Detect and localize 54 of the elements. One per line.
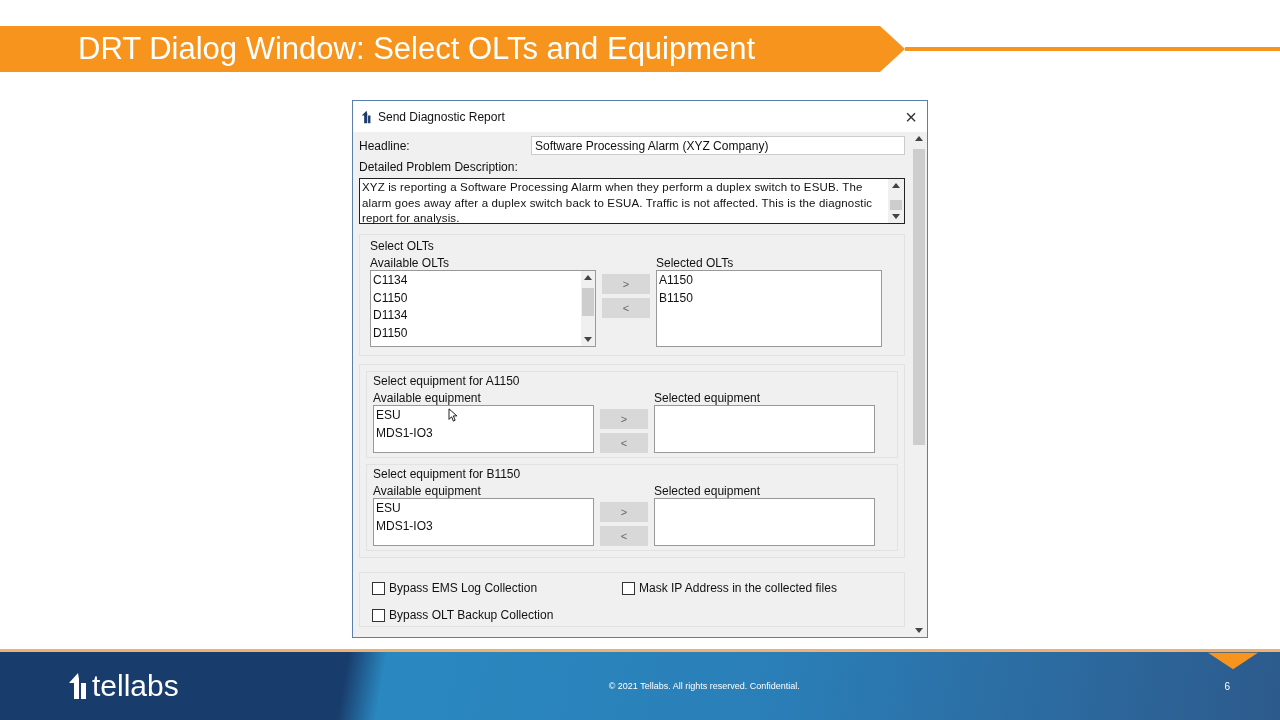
list-label: Available OLTs [370, 256, 450, 270]
list-item[interactable]: ESU [376, 500, 591, 518]
list-item[interactable]: A1150 [659, 272, 879, 290]
cursor-icon [448, 408, 457, 422]
scroll-up-icon[interactable] [584, 275, 592, 280]
checkbox[interactable] [372, 581, 385, 595]
scrollbar-thumb[interactable] [890, 200, 902, 210]
list-item[interactable]: D1134 [373, 307, 579, 325]
slide-title: DRT Dialog Window: Select OLTs and Equipment [78, 31, 756, 67]
list-item[interactable]: B1150 [659, 289, 879, 307]
available-list[interactable]: ESU MDS1-IO3 [373, 405, 594, 453]
scroll-up-icon[interactable] [915, 136, 923, 141]
group-title: Select equipment for A1150 [373, 374, 521, 388]
window-title: Send Diagnostic Report [378, 109, 506, 124]
available-list[interactable]: ESU MDS1-IO3 [373, 498, 594, 546]
scrollbar-thumb[interactable] [582, 288, 594, 316]
list-item[interactable]: ESU [376, 407, 591, 425]
description-field[interactable]: XYZ is reporting a Software Processing Alarm when they perform a duplex switch to ESUB. The alarm goes away after a duplex switch back to ESUA. Traffic is not affected. This is the diagnostic report for analysis. [359, 178, 905, 224]
option-checkbox[interactable]: Bypass OLT Backup Collection [372, 608, 622, 622]
scroll-down-icon[interactable] [892, 214, 900, 219]
scrollbar-thumb[interactable] [913, 149, 925, 445]
group-title: Select equipment for B1150 [373, 467, 522, 481]
chevron-icon [1208, 652, 1258, 670]
logo-icon [361, 109, 372, 124]
selected-list[interactable] [654, 498, 875, 546]
option-checkbox[interactable]: Mask IP Address in the collected files [622, 581, 892, 595]
list-item[interactable]: MDS1-IO3 [376, 517, 591, 535]
logo-text: tellabs [92, 669, 179, 703]
close-button[interactable]: × [903, 108, 919, 125]
copyright-text: © 2021 Tellabs. All rights reserved. Confidential. [608, 681, 800, 691]
checkbox[interactable] [622, 581, 635, 595]
selected-list[interactable] [654, 405, 875, 453]
list-label: Selected equipment [654, 391, 762, 405]
logo-icon [68, 673, 88, 699]
option-checkbox[interactable]: Bypass EMS Log Collection [372, 581, 622, 595]
scroll-down-icon[interactable] [584, 337, 592, 342]
list-label: Selected OLTs [656, 256, 735, 270]
list-item[interactable]: D1150 [373, 324, 579, 342]
list-item[interactable]: C1150 [373, 289, 579, 307]
page-number: 6 [1224, 680, 1230, 692]
scroll-up-icon[interactable] [892, 183, 900, 188]
headline-label: Headline: [359, 138, 411, 153]
checkbox[interactable] [372, 608, 385, 622]
available-list[interactable]: C1134 C1150 D1134 D1150 [370, 270, 596, 347]
list-label: Available equipment [373, 391, 482, 405]
group-title: Select OLTs [370, 239, 435, 253]
list-item[interactable]: C1134 [373, 272, 579, 290]
scroll-down-icon[interactable] [915, 628, 923, 633]
list-label: Selected equipment [654, 484, 762, 498]
list-item[interactable]: MDS1-IO3 [376, 424, 591, 442]
headline-field[interactable]: Software Processing Alarm (XYZ Company) [531, 136, 905, 155]
description-label: Detailed Problem Description: [359, 160, 519, 174]
list-label: Available equipment [373, 484, 482, 498]
selected-list[interactable]: A1150 B1150 [656, 270, 882, 347]
